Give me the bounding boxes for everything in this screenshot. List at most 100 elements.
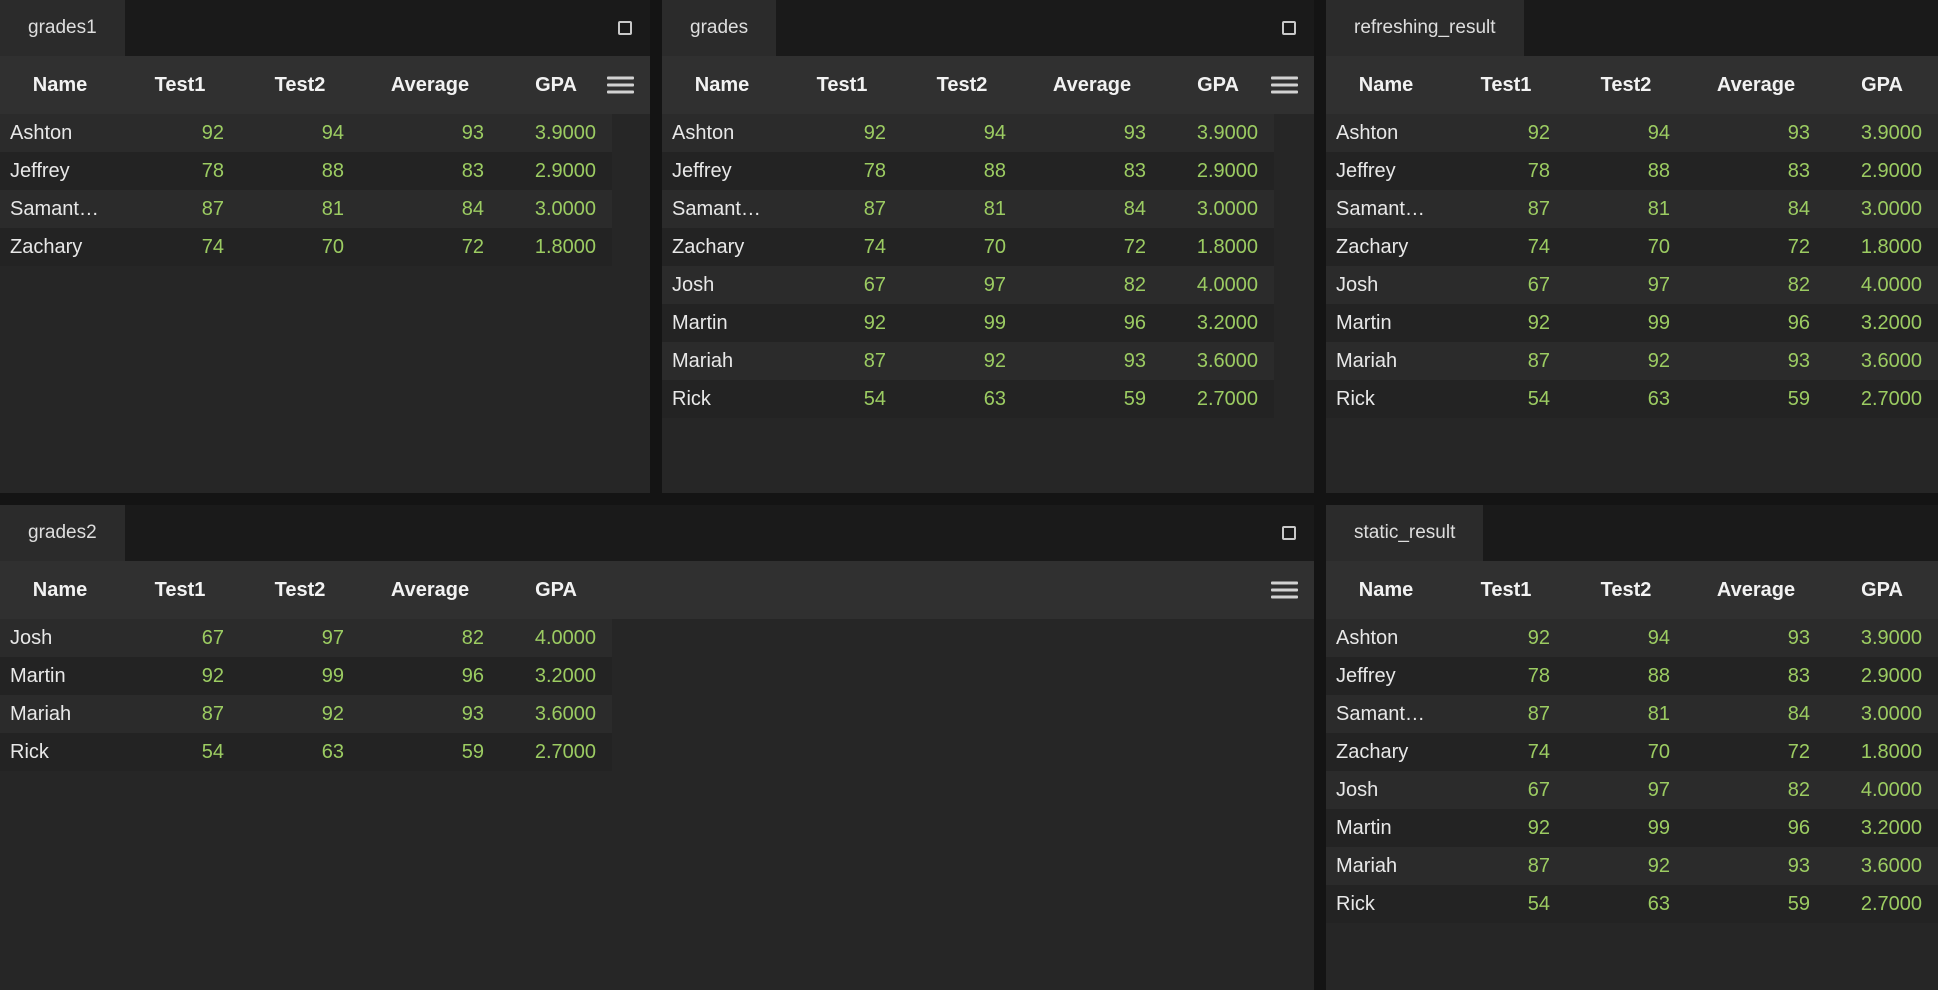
table-cell-value[interactable]: 63 [240, 733, 360, 771]
table-cell-value[interactable]: 78 [1446, 657, 1566, 695]
table-cell-value[interactable]: 92 [1566, 342, 1686, 380]
table-menu-icon[interactable] [1271, 73, 1298, 98]
table-cell-value[interactable]: 87 [782, 190, 902, 228]
tab-grades2[interactable]: grades2 [0, 505, 125, 561]
table-cell-value[interactable]: 87 [120, 190, 240, 228]
tab-grades1[interactable]: grades1 [0, 0, 125, 56]
table-cell-name[interactable]: Ashton [0, 114, 120, 152]
table-cell-value[interactable]: 1.8000 [500, 228, 612, 266]
table-row[interactable]: Jeffrey7888832.9000 [0, 152, 612, 190]
table-cell-value[interactable]: 93 [1686, 619, 1826, 657]
table-cell-value[interactable]: 3.9000 [1826, 114, 1938, 152]
table-cell-value[interactable]: 88 [240, 152, 360, 190]
table-row[interactable]: Mariah8792933.6000 [662, 342, 1274, 380]
table-cell-value[interactable]: 3.2000 [1826, 809, 1938, 847]
table-cell-value[interactable]: 63 [902, 380, 1022, 418]
table-cell-value[interactable]: 92 [782, 114, 902, 152]
table-cell-value[interactable]: 2.7000 [1826, 885, 1938, 923]
table-cell-value[interactable]: 2.7000 [1162, 380, 1274, 418]
column-header-gpa[interactable]: GPA [1826, 579, 1938, 602]
table-cell-value[interactable]: 97 [1566, 266, 1686, 304]
table-cell-value[interactable]: 67 [782, 266, 902, 304]
table-row[interactable]: Mariah8792933.6000 [1326, 342, 1938, 380]
table-cell-value[interactable]: 83 [1686, 152, 1826, 190]
table-cell-value[interactable]: 96 [360, 657, 500, 695]
table-cell-name[interactable]: Zachary [1326, 228, 1446, 266]
table-cell-value[interactable]: 93 [1022, 114, 1162, 152]
table-cell-value[interactable]: 59 [360, 733, 500, 771]
table-row[interactable]: Samant…8781843.0000 [662, 190, 1274, 228]
table-cell-name[interactable]: Samant… [1326, 695, 1446, 733]
table-row[interactable]: Zachary7470721.8000 [1326, 228, 1938, 266]
table-cell-value[interactable]: 94 [1566, 114, 1686, 152]
table-cell-value[interactable]: 74 [1446, 733, 1566, 771]
table-cell-value[interactable]: 87 [1446, 847, 1566, 885]
table-cell-value[interactable]: 88 [902, 152, 1022, 190]
table-cell-value[interactable]: 3.9000 [500, 114, 612, 152]
tab-grades[interactable]: grades [662, 0, 776, 56]
table-row[interactable]: Josh6797824.0000 [0, 619, 612, 657]
table-cell-value[interactable]: 83 [1686, 657, 1826, 695]
table-cell-value[interactable]: 63 [1566, 380, 1686, 418]
table-cell-value[interactable]: 88 [1566, 657, 1686, 695]
table-cell-value[interactable]: 87 [1446, 342, 1566, 380]
table-cell-value[interactable]: 1.8000 [1826, 733, 1938, 771]
table-row[interactable]: Rick5463592.7000 [1326, 380, 1938, 418]
table-cell-value[interactable]: 81 [1566, 695, 1686, 733]
tab-static-result[interactable]: static_result [1326, 505, 1483, 561]
table-cell-value[interactable]: 84 [1686, 695, 1826, 733]
column-header-test2[interactable]: Test2 [902, 74, 1022, 97]
table-cell-value[interactable]: 84 [1686, 190, 1826, 228]
table-cell-value[interactable]: 54 [120, 733, 240, 771]
table-cell-name[interactable]: Josh [0, 619, 120, 657]
table-cell-value[interactable]: 54 [782, 380, 902, 418]
table-cell-value[interactable]: 87 [120, 695, 240, 733]
table-row[interactable]: Jeffrey7888832.9000 [1326, 657, 1938, 695]
table-cell-name[interactable]: Zachary [662, 228, 782, 266]
table-cell-value[interactable]: 3.2000 [500, 657, 612, 695]
table-cell-value[interactable]: 93 [1686, 114, 1826, 152]
table-row[interactable]: Samant…8781843.0000 [1326, 190, 1938, 228]
table-cell-name[interactable]: Zachary [0, 228, 120, 266]
table-cell-value[interactable]: 81 [1566, 190, 1686, 228]
table-cell-value[interactable]: 3.0000 [1826, 695, 1938, 733]
table-cell-name[interactable]: Mariah [0, 695, 120, 733]
table-cell-value[interactable]: 2.9000 [500, 152, 612, 190]
table-cell-name[interactable]: Martin [0, 657, 120, 695]
table-cell-name[interactable]: Martin [1326, 304, 1446, 342]
table-cell-value[interactable]: 82 [360, 619, 500, 657]
table-cell-value[interactable]: 82 [1022, 266, 1162, 304]
column-header-test1[interactable]: Test1 [1446, 74, 1566, 97]
table-cell-name[interactable]: Josh [1326, 771, 1446, 809]
table-cell-name[interactable]: Rick [1326, 885, 1446, 923]
column-header-test1[interactable]: Test1 [782, 74, 902, 97]
table-cell-value[interactable]: 3.6000 [1162, 342, 1274, 380]
table-cell-value[interactable]: 70 [240, 228, 360, 266]
table-cell-name[interactable]: Samant… [1326, 190, 1446, 228]
table-cell-value[interactable]: 2.9000 [1826, 152, 1938, 190]
table-cell-value[interactable]: 92 [902, 342, 1022, 380]
table-cell-value[interactable]: 78 [1446, 152, 1566, 190]
table-row[interactable]: Martin9299963.2000 [0, 657, 612, 695]
table-cell-value[interactable]: 3.6000 [500, 695, 612, 733]
table-cell-value[interactable]: 72 [360, 228, 500, 266]
table-cell-value[interactable]: 63 [1566, 885, 1686, 923]
table-row[interactable]: Rick5463592.7000 [0, 733, 612, 771]
maximize-button[interactable] [1282, 505, 1296, 561]
table-cell-name[interactable]: Josh [1326, 266, 1446, 304]
table-cell-value[interactable]: 93 [360, 695, 500, 733]
table-row[interactable]: Rick5463592.7000 [1326, 885, 1938, 923]
table-cell-value[interactable]: 87 [1446, 695, 1566, 733]
table-cell-value[interactable]: 92 [1446, 114, 1566, 152]
table-cell-value[interactable]: 92 [1446, 304, 1566, 342]
table-cell-value[interactable]: 59 [1022, 380, 1162, 418]
table-cell-value[interactable]: 92 [1446, 619, 1566, 657]
table-cell-value[interactable]: 2.9000 [1162, 152, 1274, 190]
table-cell-value[interactable]: 1.8000 [1162, 228, 1274, 266]
table-cell-value[interactable]: 93 [1022, 342, 1162, 380]
table-row[interactable]: Jeffrey7888832.9000 [1326, 152, 1938, 190]
column-header-average[interactable]: Average [360, 74, 500, 97]
column-header-test2[interactable]: Test2 [1566, 74, 1686, 97]
table-cell-value[interactable]: 96 [1686, 809, 1826, 847]
table-cell-value[interactable]: 72 [1686, 228, 1826, 266]
